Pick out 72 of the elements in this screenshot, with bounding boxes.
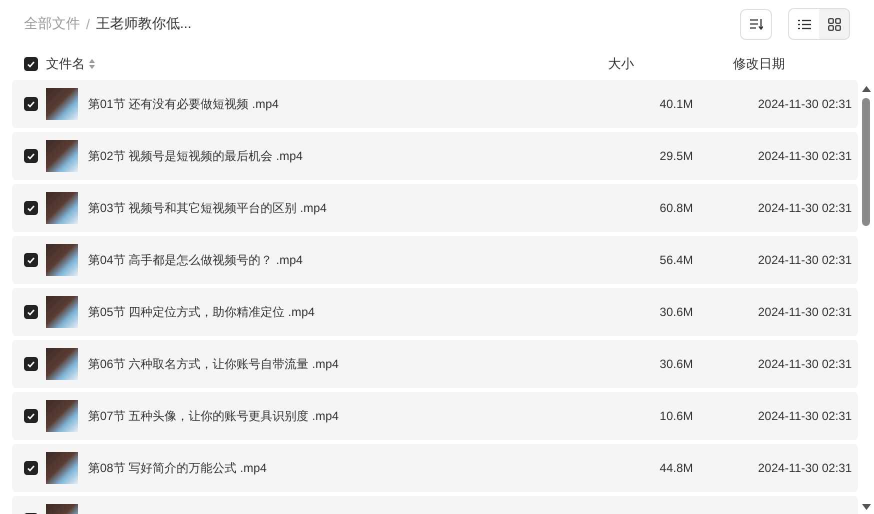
modified-date: 2024-11-30 02:31 <box>758 97 852 111</box>
checkmark-icon <box>27 360 35 368</box>
column-header: 大小 <box>608 55 635 73</box>
video-thumbnail-placeholder <box>46 244 78 276</box>
checkmark-icon <box>27 152 35 160</box>
sort-arrows-icon[interactable] <box>89 59 95 69</box>
list-view-button[interactable] <box>789 9 819 39</box>
scroll-down-icon[interactable] <box>862 504 870 510</box>
row-checkbox[interactable] <box>24 253 38 267</box>
file-row[interactable]: 第03节 视频号和其它短视频平台的区别 .mp4 60.8M 2024-11-30 02:31 <box>12 184 858 232</box>
file-row[interactable]: 第04节 高手都是怎么做视频号的？ .mp4 56.4M 2024-11-30 02:31 <box>12 236 858 284</box>
checkmark-icon <box>27 464 35 472</box>
video-thumbnail-placeholder <box>46 192 78 224</box>
file-size: 30.6M <box>658 357 693 371</box>
file-name: 第02节 视频号是短视频的最后机会 .mp4 <box>88 148 304 164</box>
checkmark-icon <box>27 308 35 316</box>
file-size: 10.6M <box>658 409 693 423</box>
file-name: 第05节 四种定位方式，助你精准定位 .mp4 <box>88 304 316 320</box>
column-header[interactable]: 文件名 <box>46 55 85 73</box>
file-row[interactable]: 第01节 还有没有必要做短视频 .mp4 40.1M 2024-11-30 02:31 <box>12 80 858 128</box>
modified-date: 2024-11-30 02:31 <box>758 461 852 475</box>
modified-date: 2024-11-30 02:31 <box>758 149 852 163</box>
row-checkbox[interactable] <box>24 97 38 111</box>
checkmark-icon <box>27 204 35 212</box>
file-row[interactable]: 第05节 四种定位方式，助你精准定位 .mp4 30.6M 2024-11-30 02:31 <box>12 288 858 336</box>
current-folder: 王老师教你低... <box>96 15 192 33</box>
file-name: 第06节 六种取名方式，让你账号自带流量 .mp4 <box>88 356 340 372</box>
file-row[interactable]: 第07节 五种头像，让你的账号更具识别度 .mp4 10.6M 2024-11-30 02:31 <box>12 392 858 440</box>
row-checkbox[interactable] <box>24 357 38 371</box>
checkmark-icon <box>27 256 35 264</box>
modified-date: 2024-11-30 02:31 <box>758 409 852 423</box>
select-all-checkbox[interactable] <box>24 57 38 71</box>
row-checkbox[interactable] <box>24 149 38 163</box>
file-size: 40.1M <box>658 97 693 111</box>
sort-icon <box>749 18 763 30</box>
scrollbar-thumb[interactable] <box>862 98 870 226</box>
list-icon <box>798 18 810 30</box>
modified-date: 2024-11-30 02:31 <box>758 253 852 267</box>
row-checkbox[interactable] <box>24 201 38 215</box>
grid-icon <box>828 18 840 30</box>
file-name: 第01节 还有没有必要做短视频 .mp4 <box>88 96 280 112</box>
video-thumbnail-placeholder <box>46 140 78 172</box>
file-name: 第07节 五种头像，让你的账号更具识别度 .mp4 <box>88 408 340 424</box>
file-row[interactable]: 第08节 写好简介的万能公式 .mp4 44.8M 2024-11-30 02:31 <box>12 444 858 492</box>
row-checkbox[interactable] <box>24 409 38 423</box>
file-size: 30.6M <box>658 305 693 319</box>
checkmark-icon <box>27 412 35 420</box>
file-size: 60.8M <box>658 201 693 215</box>
file-name: 第04节 高手都是怎么做视频号的？ .mp4 <box>88 252 304 268</box>
column-header: 修改日期 <box>733 55 785 73</box>
video-thumbnail-placeholder <box>46 348 78 380</box>
modified-date: 2024-11-30 02:31 <box>758 305 852 319</box>
checkmark-icon <box>27 60 35 68</box>
file-size: 56.4M <box>658 253 693 267</box>
modified-date: 2024-11-30 02:31 <box>758 201 852 215</box>
file-size: 44.8M <box>658 461 693 475</box>
file-row[interactable]: 第02节 视频号是短视频的最后机会 .mp4 29.5M 2024-11-30 02:31 <box>12 132 858 180</box>
file-size: 29.5M <box>658 149 693 163</box>
modified-date: 2024-11-30 02:31 <box>758 357 852 371</box>
sort-button[interactable] <box>740 8 772 40</box>
row-checkbox[interactable] <box>24 305 38 319</box>
breadcrumb-separator: / <box>86 16 90 32</box>
file-name: 第03节 视频号和其它短视频平台的区别 .mp4 <box>88 200 328 216</box>
video-thumbnail-placeholder <box>46 88 78 120</box>
video-thumbnail-placeholder <box>46 296 78 328</box>
row-checkbox[interactable] <box>24 461 38 475</box>
video-thumbnail-placeholder <box>46 400 78 432</box>
scroll-up-icon[interactable] <box>862 86 870 92</box>
video-thumbnail-placeholder <box>46 452 78 484</box>
file-row[interactable]: 第06节 六种取名方式，让你账号自带流量 .mp4 30.6M 2024-11-30 02:31 <box>12 340 858 388</box>
file-name: 第08节 写好简介的万能公式 .mp4 <box>88 460 268 476</box>
checkmark-icon <box>27 100 35 108</box>
